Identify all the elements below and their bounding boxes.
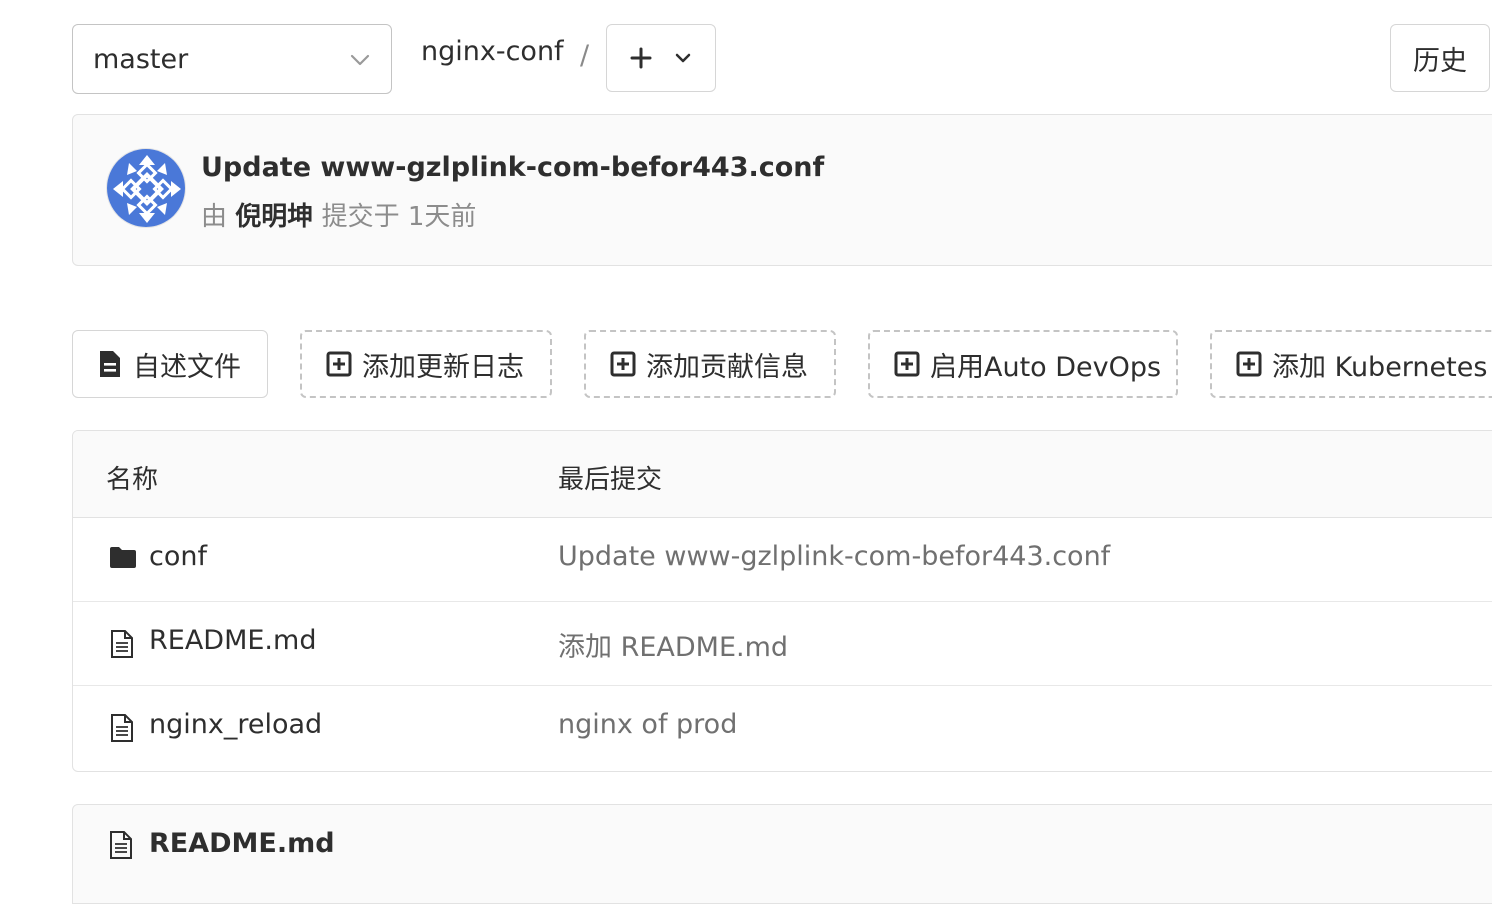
plus-square-icon xyxy=(1236,351,1262,377)
file-name[interactable]: README.md xyxy=(149,625,316,656)
file-text-icon xyxy=(111,714,133,742)
readme-title[interactable]: README.md xyxy=(149,828,335,859)
plus-square-icon xyxy=(326,351,352,377)
commit-message[interactable]: Update www-gzlplink-com-befor443.conf xyxy=(558,541,1110,572)
avatar[interactable] xyxy=(106,148,186,228)
shortcut-label: 添加更新日志 xyxy=(362,351,524,383)
table-row[interactable]: nginx_reload nginx of prod xyxy=(73,685,1492,769)
chevron-down-icon xyxy=(350,54,370,66)
history-button[interactable]: 历史 xyxy=(1390,24,1490,92)
identicon-icon xyxy=(107,149,185,227)
enable-auto-devops-button[interactable]: 启用Auto DevOps xyxy=(868,330,1178,398)
breadcrumb-separator: / xyxy=(580,40,590,71)
file-icon xyxy=(100,351,120,377)
commit-time: 1天前 xyxy=(407,202,477,232)
last-commit-panel xyxy=(72,114,1492,266)
readme-shortcut-button[interactable]: 自述文件 xyxy=(72,330,268,398)
plus-icon xyxy=(630,47,652,69)
file-text-icon xyxy=(110,831,132,859)
add-file-dropdown[interactable] xyxy=(606,24,716,92)
shortcut-label: 启用Auto DevOps xyxy=(930,351,1162,383)
table-header: 名称 最后提交 xyxy=(73,431,1492,518)
branch-name: master xyxy=(93,43,189,75)
add-kubernetes-cluster-button[interactable]: 添加 Kubernetes 集群 xyxy=(1210,330,1492,398)
column-header-last-commit: 最后提交 xyxy=(558,465,663,495)
file-name[interactable]: nginx_reload xyxy=(149,709,322,740)
folder-icon xyxy=(110,547,136,568)
commit-author[interactable]: 倪明坤 xyxy=(235,202,313,232)
breadcrumb-repo[interactable]: nginx-conf xyxy=(421,36,564,67)
add-contributing-button[interactable]: 添加贡献信息 xyxy=(584,330,836,398)
commit-committed-label: 提交于 xyxy=(321,202,400,232)
file-name[interactable]: conf xyxy=(149,541,207,572)
branch-selector[interactable]: master xyxy=(72,24,392,94)
add-changelog-button[interactable]: 添加更新日志 xyxy=(300,330,552,398)
chevron-down-icon xyxy=(675,53,691,63)
commit-meta: 由 倪明坤 提交于 1天前 xyxy=(201,196,476,233)
table-row[interactable]: conf Update www-gzlplink-com-befor443.co… xyxy=(73,517,1492,602)
shortcut-label: 添加贡献信息 xyxy=(646,351,808,383)
column-header-name: 名称 xyxy=(106,465,159,495)
plus-square-icon xyxy=(894,351,920,377)
shortcut-label: 自述文件 xyxy=(133,351,241,383)
file-text-icon xyxy=(111,630,133,658)
table-row[interactable]: README.md 添加 README.md xyxy=(73,601,1492,686)
shortcut-label: 添加 Kubernetes 集群 xyxy=(1272,351,1492,383)
commit-message[interactable]: 添加 README.md xyxy=(558,625,788,664)
commit-message[interactable]: nginx of prod xyxy=(558,709,737,740)
file-tree-table: 名称 最后提交 conf Update www-gzlplink-com-bef… xyxy=(72,430,1492,772)
commit-title[interactable]: Update www-gzlplink-com-befor443.conf xyxy=(201,152,824,183)
commit-by-label: 由 xyxy=(201,202,228,232)
plus-square-icon xyxy=(610,351,636,377)
